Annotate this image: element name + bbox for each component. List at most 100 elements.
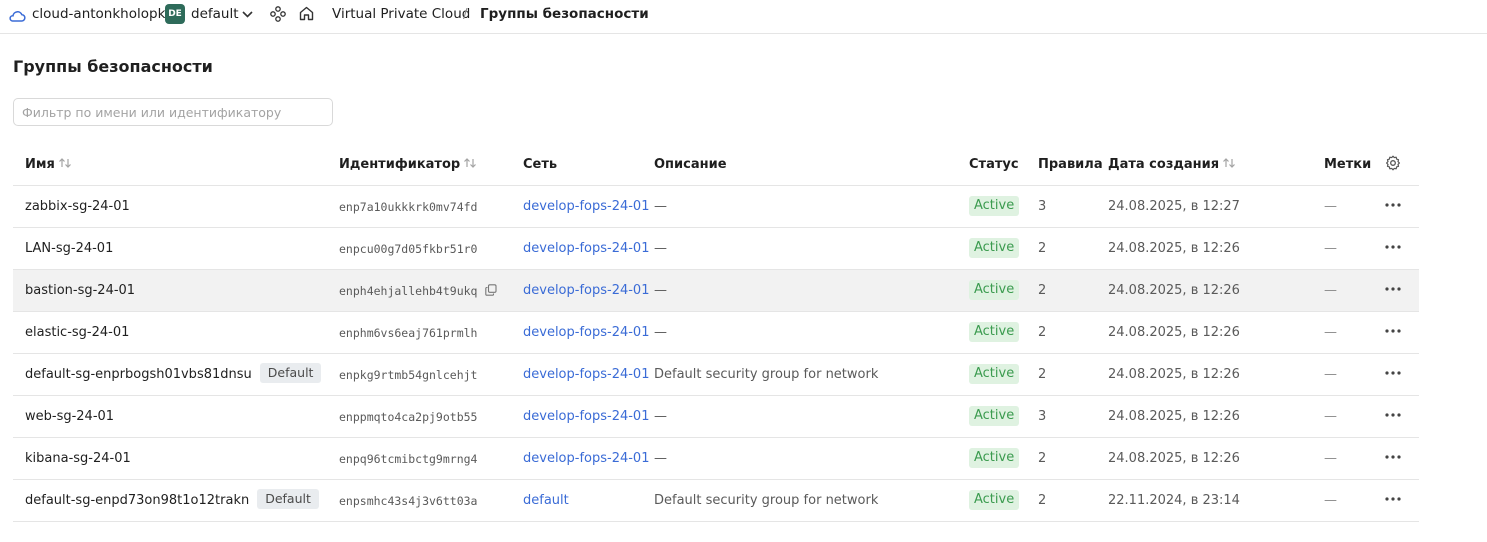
row-actions[interactable]: [1385, 480, 1405, 522]
status-badge: Active: [969, 364, 1020, 384]
sort-icon[interactable]: [463, 157, 477, 169]
copy-icon[interactable]: [485, 284, 498, 296]
description: —: [654, 409, 667, 424]
status-badge: Active: [969, 490, 1020, 510]
sort-icon[interactable]: [58, 157, 72, 169]
cloud-name[interactable]: cloud-antonkholopko: [32, 5, 173, 23]
column-network-header: Сеть: [523, 157, 558, 172]
table-row[interactable]: bastion-sg-24-01 enph4ehjallehb4t9ukq de…: [13, 270, 1419, 312]
table-row[interactable]: zabbix-sg-24-01 enp7a10ukkkrk0mv74fd dev…: [13, 186, 1419, 228]
table-row[interactable]: elastic-sg-24-01 enphm6vs6eaj761prmlh de…: [13, 312, 1419, 354]
group-id-cell: enph4ehjallehb4t9ukq: [339, 270, 498, 312]
created-date: 24.08.2025, в 12:27: [1108, 199, 1240, 214]
group-name-cell: kibana-sg-24-01: [25, 438, 131, 480]
more-actions-icon[interactable]: [1385, 371, 1401, 375]
column-id-header[interactable]: Идентификатор: [339, 144, 477, 186]
group-name[interactable]: elastic-sg-24-01: [25, 325, 129, 340]
status-cell: Active: [969, 228, 1020, 270]
group-name-cell: default-sg-enprbogsh01vbs81dnsu Default: [25, 354, 322, 396]
network-link[interactable]: develop-fops-24-01: [523, 312, 649, 354]
network-link[interactable]: default: [523, 480, 569, 522]
description: —: [654, 199, 667, 214]
table-body: zabbix-sg-24-01 enp7a10ukkkrk0mv74fd dev…: [13, 186, 1419, 522]
labels: —: [1324, 367, 1337, 382]
labels: —: [1324, 283, 1337, 298]
folder-avatar[interactable]: DE: [165, 4, 185, 24]
table-row[interactable]: kibana-sg-24-01 enpq96tcmibctg9mrng4 dev…: [13, 438, 1419, 480]
table-row[interactable]: web-sg-24-01 enppmqto4ca2pj9otb55 develo…: [13, 396, 1419, 438]
network-link[interactable]: develop-fops-24-01: [523, 354, 649, 396]
group-id: enpq96tcmibctg9mrng4: [339, 452, 478, 466]
description: —: [654, 283, 667, 298]
group-id: enpcu00g7d05fkbr51r0: [339, 242, 478, 256]
status-cell: Active: [969, 438, 1020, 480]
row-actions[interactable]: [1385, 396, 1405, 438]
row-actions[interactable]: [1385, 186, 1405, 228]
network-link[interactable]: develop-fops-24-01: [523, 438, 649, 480]
cloud-icon[interactable]: [8, 7, 26, 25]
status-badge: Active: [969, 238, 1020, 258]
row-actions[interactable]: [1385, 438, 1405, 480]
more-actions-icon[interactable]: [1385, 329, 1401, 333]
network-link[interactable]: develop-fops-24-01: [523, 186, 649, 228]
description: Default security group for network: [654, 493, 879, 508]
status-badge: Active: [969, 196, 1020, 216]
table-row[interactable]: default-sg-enprbogsh01vbs81dnsu Default e…: [13, 354, 1419, 396]
status-badge: Active: [969, 406, 1020, 426]
folder-name[interactable]: default: [191, 5, 239, 23]
network-link[interactable]: develop-fops-24-01: [523, 270, 649, 312]
group-name[interactable]: LAN-sg-24-01: [25, 241, 113, 256]
more-actions-icon[interactable]: [1385, 203, 1401, 207]
group-id-cell: enp7a10ukkkrk0mv74fd: [339, 186, 477, 228]
filter-input[interactable]: [13, 98, 333, 126]
table-row[interactable]: LAN-sg-24-01 enpcu00g7d05fkbr51r0 develo…: [13, 228, 1419, 270]
chevron-down-icon[interactable]: [241, 8, 254, 21]
column-labels-header: Метки: [1324, 157, 1372, 172]
rules-count: 2: [1038, 325, 1047, 340]
created-date: 24.08.2025, в 12:26: [1108, 451, 1240, 466]
row-actions[interactable]: [1385, 270, 1405, 312]
table-header: Имя Идентификатор Сеть Описание Статус П…: [13, 144, 1419, 186]
top-bar: cloud-antonkholopko DE default Virtual P…: [0, 0, 1487, 34]
row-actions[interactable]: [1385, 228, 1405, 270]
group-name[interactable]: zabbix-sg-24-01: [25, 199, 130, 214]
gear-icon[interactable]: [1385, 155, 1401, 171]
group-name[interactable]: default-sg-enprbogsh01vbs81dnsu: [25, 367, 252, 382]
row-actions[interactable]: [1385, 312, 1405, 354]
network-link[interactable]: develop-fops-24-01: [523, 228, 649, 270]
created-date: 22.11.2024, в 23:14: [1108, 493, 1240, 508]
group-id-cell: enpkg9rtmb54gnlcehjt: [339, 354, 477, 396]
group-name[interactable]: bastion-sg-24-01: [25, 283, 135, 298]
page-title: Группы безопасности: [13, 57, 213, 76]
table-settings[interactable]: [1385, 144, 1401, 186]
group-name[interactable]: default-sg-enpd73on98t1o12trakn: [25, 493, 249, 508]
table-row[interactable]: default-sg-enpd73on98t1o12trakn Default e…: [13, 480, 1419, 522]
status-badge: Active: [969, 322, 1020, 342]
row-actions[interactable]: [1385, 354, 1405, 396]
status-cell: Active: [969, 186, 1020, 228]
labels: —: [1324, 493, 1337, 508]
more-actions-icon[interactable]: [1385, 497, 1401, 501]
group-id: enpsmhc43s4j3v6tt03a: [339, 494, 478, 508]
group-id-cell: enpsmhc43s4j3v6tt03a: [339, 480, 477, 522]
status-cell: Active: [969, 354, 1020, 396]
rules-count: 3: [1038, 409, 1047, 424]
home-icon[interactable]: [298, 5, 315, 22]
status-cell: Active: [969, 312, 1020, 354]
group-name[interactable]: kibana-sg-24-01: [25, 451, 131, 466]
group-name[interactable]: web-sg-24-01: [25, 409, 114, 424]
more-actions-icon[interactable]: [1385, 245, 1401, 249]
group-id-cell: enppmqto4ca2pj9otb55: [339, 396, 477, 438]
breadcrumb-service[interactable]: Virtual Private Cloud: [332, 5, 470, 23]
breadcrumb-current: Группы безопасности: [480, 6, 649, 22]
more-actions-icon[interactable]: [1385, 287, 1401, 291]
more-actions-icon[interactable]: [1385, 413, 1401, 417]
group-name-cell: elastic-sg-24-01: [25, 312, 129, 354]
more-actions-icon[interactable]: [1385, 455, 1401, 459]
network-link[interactable]: develop-fops-24-01: [523, 396, 649, 438]
sort-icon[interactable]: [1222, 157, 1236, 169]
column-created-header[interactable]: Дата создания: [1108, 144, 1236, 186]
labels: —: [1324, 409, 1337, 424]
services-icon[interactable]: [270, 6, 286, 22]
column-name-header[interactable]: Имя: [25, 144, 72, 186]
